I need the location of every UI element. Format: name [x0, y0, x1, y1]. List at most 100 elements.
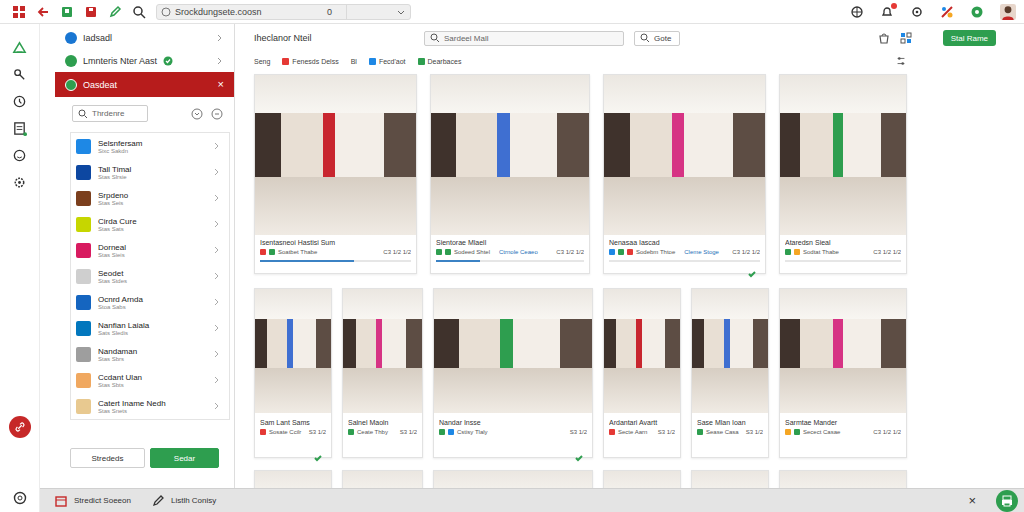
store-card[interactable]	[691, 470, 769, 488]
sidebar-search-row: Thrdenre	[55, 97, 234, 132]
notifications[interactable]	[880, 5, 894, 19]
magnifier-icon	[640, 33, 650, 43]
sliders-icon[interactable]	[895, 55, 907, 67]
item-label: Seodet	[98, 269, 204, 278]
card-caption: Isentasneoi Hastisi SumSoatbet ThabeC3 1…	[255, 235, 416, 273]
back-arrow-icon[interactable]	[36, 5, 50, 19]
filter-chip[interactable]: Fenesds Delss	[282, 58, 338, 65]
store-card[interactable]: Nandar InsseCstisy TlalyS3 1/2	[433, 288, 593, 458]
primary-action-button[interactable]: Stal Rame	[943, 30, 996, 46]
filter-icon[interactable]	[190, 107, 204, 121]
sidebar-item[interactable]: Ccdant UlanStas Sbts	[71, 367, 229, 393]
notification-dot	[891, 3, 897, 9]
link-icon[interactable]	[12, 67, 27, 82]
item-subtitle: Stas Sbrs	[98, 356, 204, 362]
smile-icon[interactable]	[12, 148, 27, 163]
home-icon[interactable]	[12, 40, 27, 55]
sidebar-item[interactable]: Ocnrd ArndaStoa Sabs	[71, 289, 229, 315]
store-photo	[604, 471, 680, 488]
sidebar-search[interactable]: Thrdenre	[72, 105, 148, 122]
bottom-bar-item[interactable]: Stredict Soeeon	[54, 494, 131, 508]
store-card[interactable]: Sam Lant SamsSosate CcilrS3 1/2	[254, 288, 332, 458]
apps-grid-icon[interactable]	[12, 5, 26, 19]
item-thumbnail	[76, 139, 91, 154]
sidebar-top-item[interactable]: Oasdeat×	[55, 72, 234, 97]
gear-icon[interactable]	[12, 175, 27, 190]
clock-icon[interactable]	[12, 94, 27, 109]
item-text: Catert Iname NedhStas Snets	[98, 399, 204, 414]
card-title: Nenasaa Iascad	[609, 239, 760, 246]
store-card[interactable]: Ardantari AvarttSecte AarnS3 1/2	[603, 288, 681, 458]
store-card[interactable]: Isentasneoi Hastisi SumSoatbet ThabeC3 1…	[254, 74, 417, 274]
share-button[interactable]	[9, 416, 31, 438]
close-button[interactable]: ×	[218, 79, 224, 90]
sidebar-item[interactable]: SeodetStas Stdes	[71, 263, 229, 289]
sidebar-item[interactable]: Tall TimalStas Slrsie	[71, 159, 229, 185]
sort-icon[interactable]	[210, 107, 224, 121]
card-title: Sam Lant Sams	[260, 419, 326, 426]
bottom-bar-item[interactable]: Listlh Conisy	[151, 494, 216, 508]
item-thumbnail	[76, 165, 91, 180]
grid-view-icon[interactable]	[899, 31, 913, 45]
sidebar-item[interactable]: Cirda CureStas Sats	[71, 211, 229, 237]
avatar-icon[interactable]	[1000, 4, 1016, 20]
bag-icon[interactable]	[877, 31, 891, 45]
store-card[interactable]: Nenasaa IascadSodebm ThtoeCleme StogeC3 …	[603, 74, 766, 274]
sidebar-button[interactable]: Sedar	[150, 448, 219, 468]
card-tag: Cleme Stoge	[684, 249, 719, 255]
store-card[interactable]	[603, 470, 681, 488]
main-search[interactable]: Sardeel Mall	[424, 31, 624, 46]
sidebar-item[interactable]: NandamanStas Sbrs	[71, 341, 229, 367]
store-card[interactable]	[254, 470, 332, 488]
sidebar-button[interactable]: Strededs	[70, 448, 145, 468]
address-dropdown[interactable]	[346, 5, 410, 19]
pencil-icon[interactable]	[108, 5, 122, 19]
go-button[interactable]: Gote	[634, 31, 680, 46]
search-icon[interactable]	[132, 5, 146, 19]
pen-icon	[151, 494, 165, 508]
sidebar-item[interactable]: SelsnfersamSixc Sakdn	[71, 133, 229, 159]
verified-check-icon	[747, 269, 757, 279]
close-button[interactable]: ×	[968, 494, 976, 507]
sidebar-item[interactable]: Nanfian LaialaSats Sledis	[71, 315, 229, 341]
globe-icon[interactable]	[850, 5, 864, 19]
sidebar-top-item[interactable]: Iadsadl	[55, 26, 234, 49]
filter-chip[interactable]: Seng	[254, 58, 270, 65]
store-card[interactable]: Sase Mlan IoanSease CasaS3 1/2	[691, 288, 769, 458]
item-icon	[65, 79, 77, 91]
filter-chip[interactable]: Dearbaces	[418, 58, 462, 65]
sidebar-item[interactable]: SrpdenoStas Seis	[71, 185, 229, 211]
filter-chip[interactable]: Bl	[351, 58, 357, 65]
card-progress-fill	[260, 260, 354, 262]
sidebar-item[interactable]: Catert Iname NedhStas Snets	[71, 393, 229, 419]
print-button[interactable]	[996, 490, 1018, 512]
settings-icon[interactable]	[910, 5, 924, 19]
filter-row: Seng Fenesds Delss Bl Fecd'aot Dearbaces	[254, 55, 907, 67]
store-card[interactable]: Sientorae MlaellSodeed ShtelCtrnole Ceae…	[430, 74, 590, 274]
flower-icon[interactable]	[12, 490, 28, 506]
store-card[interactable]	[342, 470, 423, 488]
item-subtitle: Stas Sieis	[98, 252, 204, 258]
document-icon[interactable]	[12, 121, 27, 136]
sidebar-item[interactable]: DornealStas Sieis	[71, 237, 229, 263]
store-card[interactable]: Salnel MaolnCeate ThbyS3 1/2	[342, 288, 423, 458]
store-card[interactable]: Sarmtae ManderSecect CasaeC3 1/2 1/2	[779, 288, 907, 458]
card-stat: C3 1/2 1/2	[383, 249, 411, 255]
store-card[interactable]: Ataredsn SiealSodtat ThabeC3 1/2 1/2	[779, 74, 907, 274]
filter-chip[interactable]: Fecd'aot	[369, 58, 406, 65]
store-card[interactable]	[779, 470, 907, 488]
item-thumbnail	[76, 217, 91, 232]
status-icon[interactable]	[970, 5, 984, 19]
card-progress	[609, 260, 760, 262]
sidebar-top-item[interactable]: Lmnteris Nter Aast	[55, 49, 234, 72]
store-card[interactable]	[433, 470, 593, 488]
item-label: Nanfian Laiala	[98, 321, 204, 330]
address-bar[interactable]: Srockdungsete.coosn0	[156, 4, 411, 20]
card-title: Salnel Maoln	[348, 419, 417, 426]
extension-icon[interactable]	[940, 5, 954, 19]
bookmark-icon[interactable]	[60, 5, 74, 19]
item-thumbnail	[76, 347, 91, 362]
card-meta-text: Sodtat Thabe	[803, 249, 839, 255]
card-stat: C3 1/2 1/2	[873, 249, 901, 255]
save-icon[interactable]	[84, 5, 98, 19]
